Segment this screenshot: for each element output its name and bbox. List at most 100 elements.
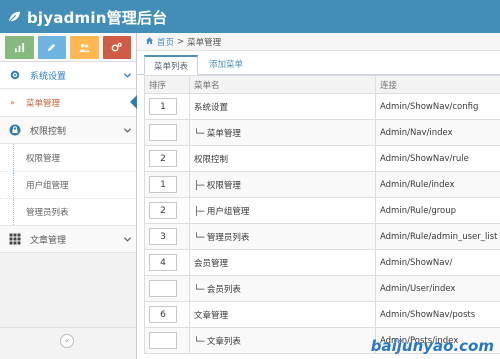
double-chevron-right-icon: »	[10, 98, 15, 107]
shortcut-settings-button[interactable]	[102, 36, 131, 59]
column-header-name: 菜单名	[189, 75, 376, 94]
order-input[interactable]	[149, 176, 177, 193]
menu-link-cell: Admin/ShowNav/rule	[375, 145, 500, 172]
sidebar-item-label: 权限控制	[30, 126, 67, 137]
breadcrumb: 首页 > 菜单管理	[137, 33, 500, 51]
table-row: 系统设置Admin/ShowNav/config	[144, 93, 500, 120]
shortcut-edit-button[interactable]	[37, 36, 66, 59]
order-cell	[144, 223, 190, 250]
order-cell	[144, 93, 190, 120]
grid-icon	[0, 233, 30, 245]
menu-link-cell: Admin/Rule/index	[375, 171, 500, 198]
sidebar-item-permissions[interactable]: 权限控制	[0, 117, 136, 144]
table-row: └─ 菜单管理 Admin/Nav/index	[144, 119, 500, 146]
sidebar-item-label: 系统设置	[30, 71, 67, 82]
menu-name-cell: 文章管理	[189, 301, 376, 328]
double-chevron-left-icon: «	[64, 336, 70, 345]
breadcrumb-separator: >	[177, 36, 185, 47]
table-row: └─ 会员列表 Admin/User/index	[144, 275, 500, 302]
table-row: 权限控制Admin/ShowNav/rule	[144, 145, 500, 172]
brand[interactable]: bjyadmin管理后台	[7, 6, 167, 28]
top-navbar: bjyadmin管理后台	[0, 0, 500, 33]
bar-chart-icon	[14, 42, 24, 53]
menu-link-cell: Admin/Rule/group	[375, 197, 500, 224]
main-content: 首页 > 菜单管理 菜单列表 添加菜单 排序 菜单名 连接 系统设置Admin/…	[137, 33, 500, 359]
sidebar-item-label: 管理员列表	[26, 208, 69, 218]
home-icon	[145, 36, 154, 48]
order-cell	[144, 249, 190, 276]
sidebar-menu: 系统设置 » 菜单管理 权限控制 权限管理 用户组管理 管理员列表 文章管理	[0, 62, 137, 253]
gear-icon	[0, 69, 30, 81]
table-row: 文章管理Admin/ShowNav/posts	[144, 301, 500, 328]
column-header-order: 排序	[144, 75, 190, 94]
menu-link-cell: Admin/ShowNav/posts	[375, 301, 500, 328]
menu-link-cell: Admin/ShowNav/	[375, 249, 500, 276]
pencil-icon	[48, 43, 56, 52]
menu-link-cell: Admin/Rule/admin_user_list	[375, 223, 500, 250]
order-input[interactable]	[149, 98, 177, 115]
sidebar-item-label: 权限管理	[26, 153, 61, 164]
order-input[interactable]	[149, 124, 177, 141]
tab-menu-list[interactable]: 菜单列表	[144, 55, 199, 75]
order-input[interactable]	[149, 280, 177, 297]
table-row: └─ 管理员列表Admin/Rule/admin_user_list	[144, 223, 500, 250]
menu-name-cell: └─ 文章列表	[189, 327, 376, 354]
sidebar: 系统设置 » 菜单管理 权限控制 权限管理 用户组管理 管理员列表 文章管理 «	[0, 33, 137, 359]
chevron-down-icon	[118, 126, 136, 135]
menu-name-cell: └─ 管理员列表	[189, 223, 376, 250]
order-cell	[144, 119, 190, 146]
order-cell	[144, 171, 190, 198]
shortcut-chart-button[interactable]	[5, 36, 34, 59]
order-input[interactable]	[149, 254, 177, 271]
sidebar-collapse-button[interactable]: «	[60, 334, 74, 348]
menu-name-cell: ├─ 权限管理	[189, 171, 376, 198]
table-body: 系统设置Admin/ShowNav/config└─ 菜单管理Admin/Nav…	[144, 93, 500, 354]
tab-add-menu[interactable]: 添加菜单	[200, 54, 252, 74]
order-cell	[144, 275, 190, 302]
shortcut-users-button[interactable]	[70, 36, 99, 59]
order-input[interactable]	[149, 202, 177, 219]
order-cell	[144, 301, 190, 328]
column-header-link: 连接	[375, 75, 500, 94]
menu-name-cell: └─ 菜单管理	[189, 119, 376, 146]
chevron-down-icon	[118, 71, 136, 80]
watermark: baijunyao.com	[370, 337, 494, 355]
sidebar-item-rule-management[interactable]: 权限管理	[0, 144, 136, 171]
menu-name-cell: ├─ 用户组管理	[189, 197, 376, 224]
sidebar-item-menu-management[interactable]: » 菜单管理	[0, 89, 137, 116]
submenu-permissions: 权限管理 用户组管理 管理员列表	[0, 144, 136, 226]
sidebar-collapse-bar: «	[0, 327, 136, 359]
sidebar-item-admin-list[interactable]: 管理员列表	[0, 198, 136, 225]
sidebar-item-label: 文章管理	[30, 235, 67, 246]
sidebar-item-label: 用户组管理	[26, 181, 69, 191]
breadcrumb-current: 菜单管理	[187, 37, 222, 48]
menu-name-cell: 权限控制	[189, 145, 376, 172]
breadcrumb-home-link[interactable]: 首页	[157, 36, 174, 48]
menu-name-cell: └─ 会员列表	[189, 275, 376, 302]
sidebar-item-group-management[interactable]: 用户组管理	[0, 171, 136, 198]
table-header-row: 排序 菜单名 连接	[144, 75, 500, 94]
chevron-down-icon	[118, 235, 136, 244]
users-icon	[79, 43, 90, 53]
menu-link-cell: Admin/ShowNav/config	[375, 93, 500, 120]
lock-icon	[0, 124, 30, 136]
order-input[interactable]	[149, 150, 177, 167]
menu-name-cell: 会员管理	[189, 249, 376, 276]
leaf-icon	[8, 11, 21, 23]
order-input[interactable]	[149, 306, 177, 323]
order-input[interactable]	[149, 332, 177, 349]
menu-table: 排序 菜单名 连接 系统设置Admin/ShowNav/config└─ 菜单管…	[144, 75, 500, 354]
table-row: 会员管理Admin/ShowNav/	[144, 249, 500, 276]
sidebar-item-system-settings[interactable]: 系统设置	[0, 62, 136, 89]
sidebar-item-articles[interactable]: 文章管理	[0, 226, 136, 253]
submenu-system-settings: » 菜单管理	[0, 89, 137, 117]
menu-link-cell: Admin/Nav/index	[375, 119, 500, 146]
sidebar-item-label: 菜单管理	[26, 98, 61, 109]
brand-title: bjyadmin管理后台	[27, 8, 168, 27]
order-input[interactable]	[149, 228, 177, 245]
order-cell	[144, 327, 190, 354]
order-cell	[144, 145, 190, 172]
tab-bar: 菜单列表 添加菜单	[137, 54, 500, 75]
table-row: ├─ 用户组管理Admin/Rule/group	[144, 197, 500, 224]
sidebar-shortcuts	[0, 33, 136, 62]
